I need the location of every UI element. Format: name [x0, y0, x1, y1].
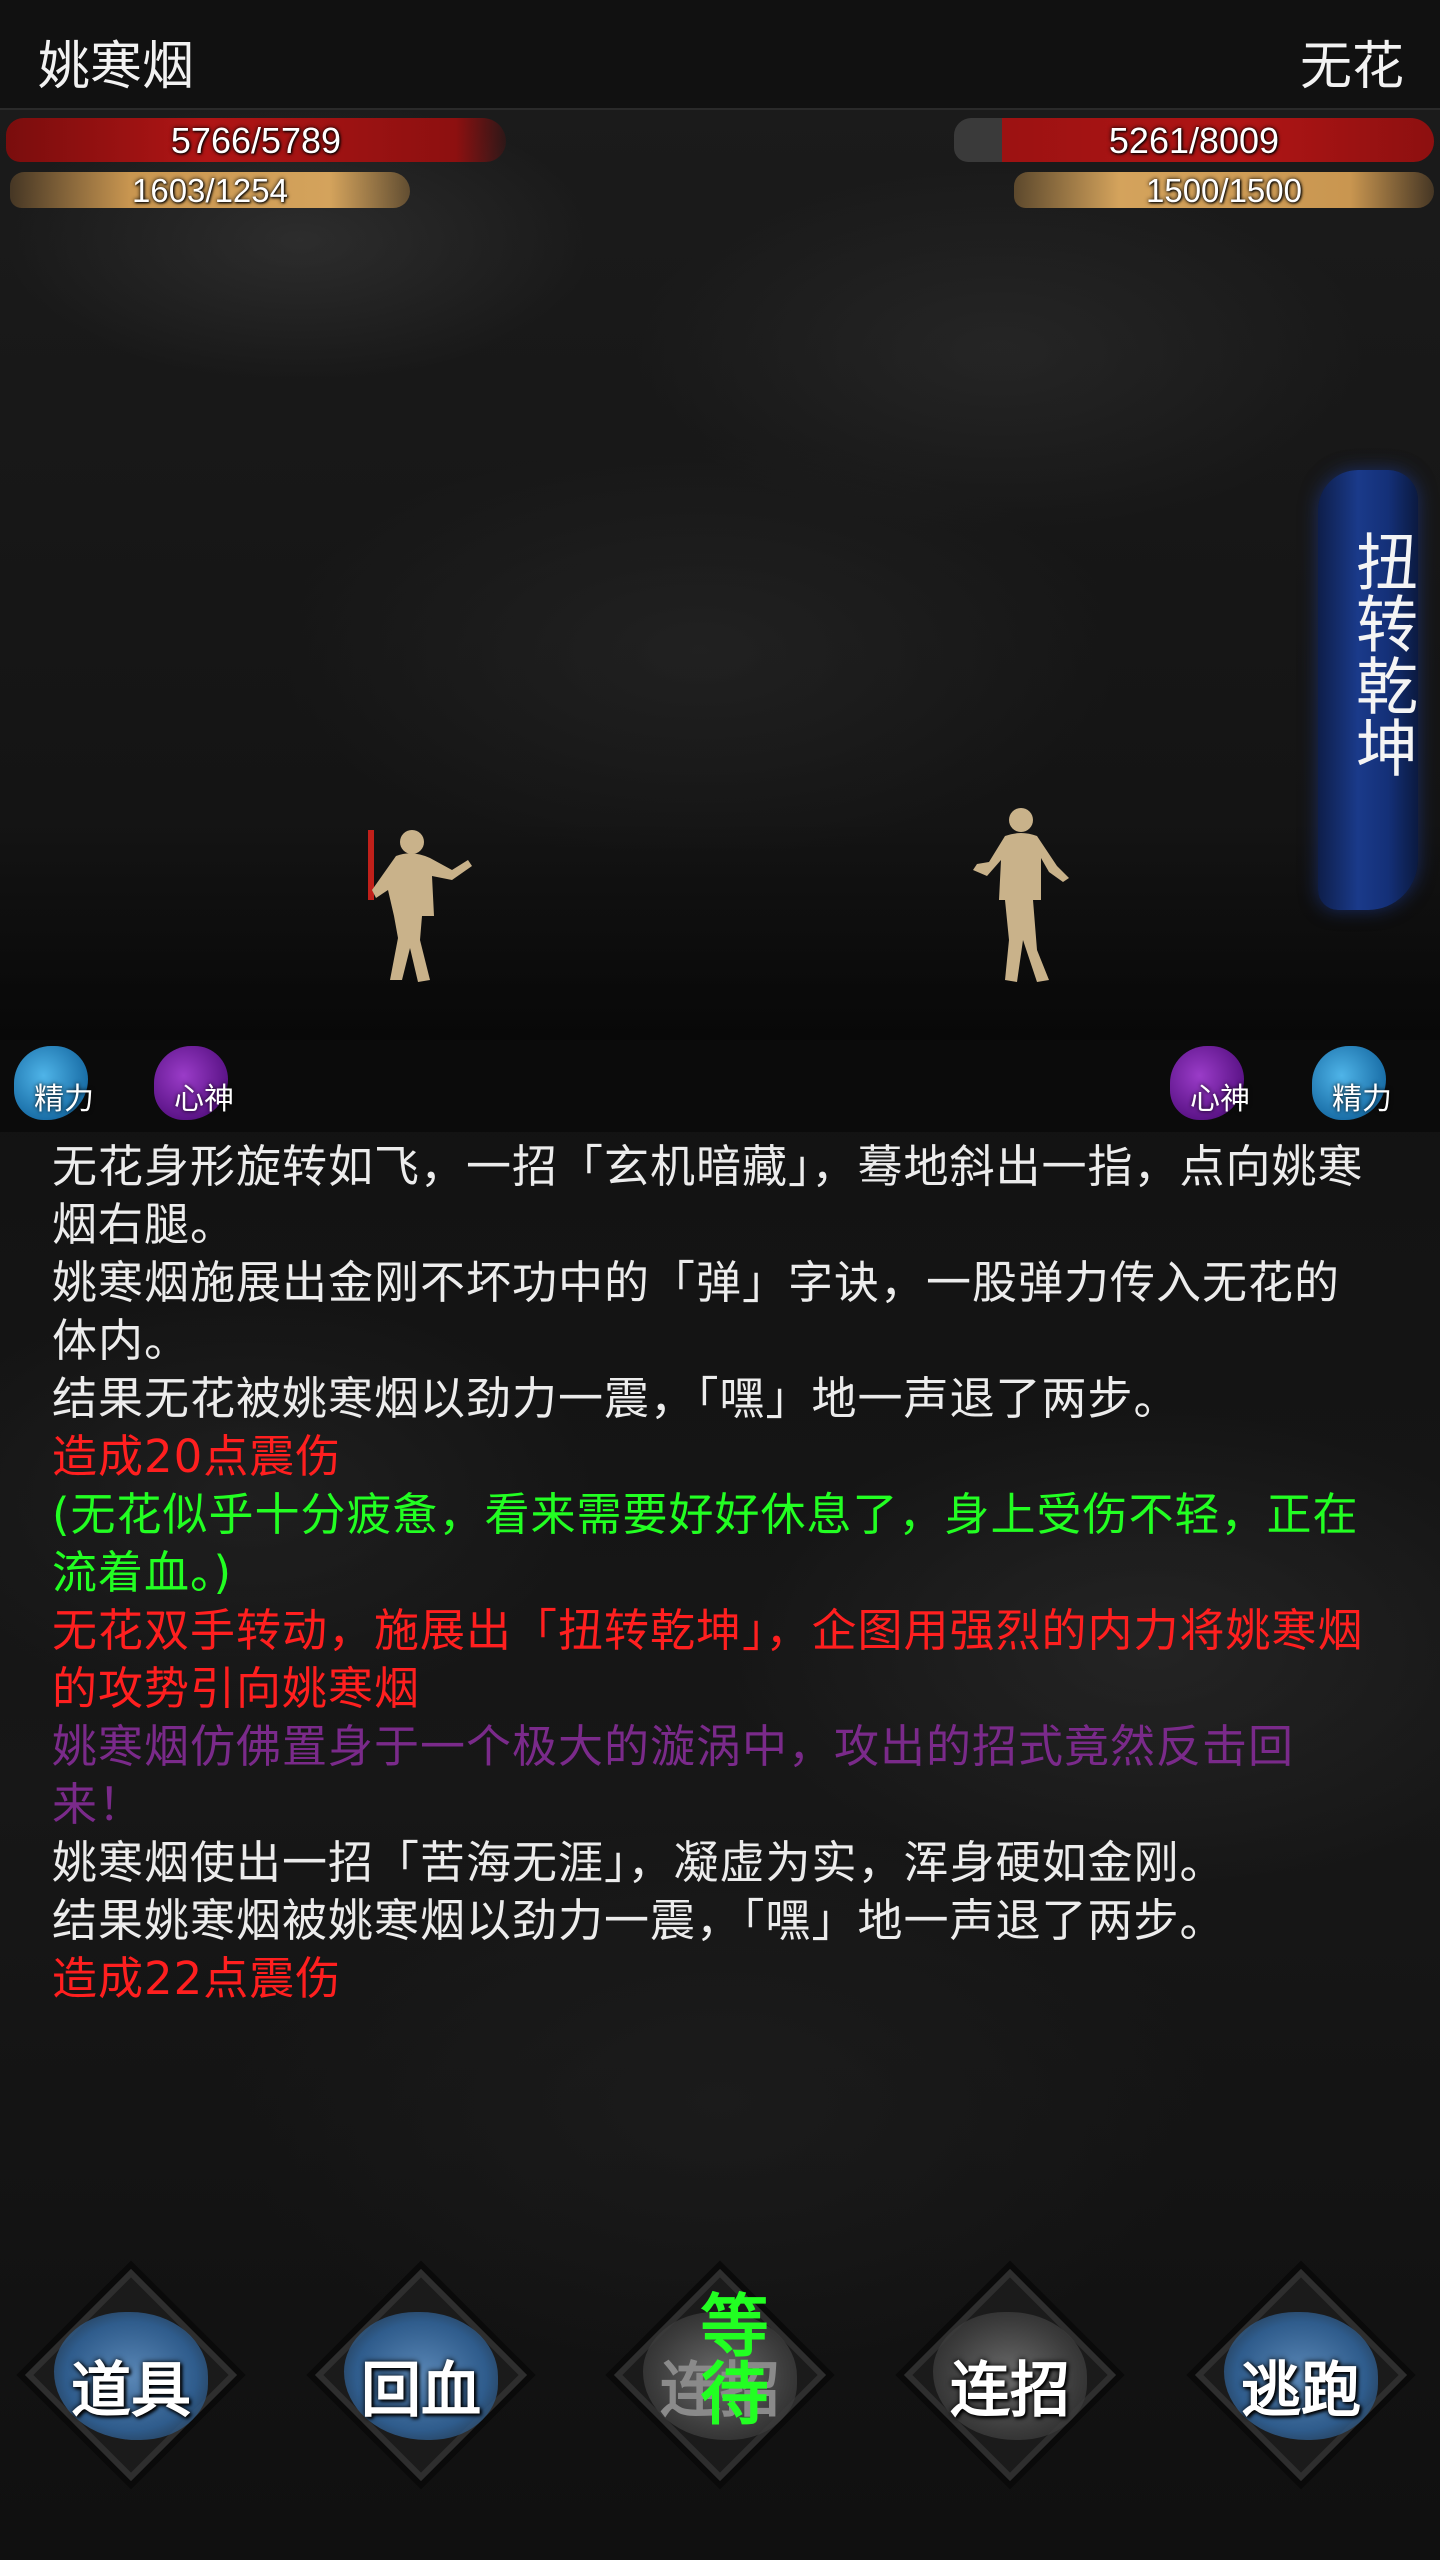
- enemy-mp-text: 1500/1500: [1146, 172, 1302, 209]
- log-line: 姚寒烟施展出金刚不坏功中的「弹」字诀，一股弹力传入无花的体内。: [52, 1256, 1341, 1367]
- player-stamina-status: 精力: [8, 1044, 100, 1128]
- combat-log: 无花身形旋转如飞，一招「玄机暗藏」，蓦地斜出一指，点向姚寒烟右腿。 姚寒烟施展出…: [52, 1138, 1382, 2008]
- player-stamina-label: 精力: [34, 1082, 94, 1117]
- player-mp-text: 1603/1254: [132, 172, 288, 209]
- battle-ground: [0, 820, 1440, 1050]
- log-line: (无花似乎十分疲惫，看来需要好好休息了，身上受伤不轻，正在流着血。): [52, 1488, 1359, 1599]
- log-line: 造成20点震伤: [52, 1430, 342, 1483]
- wait-overlay: 等待: [672, 2290, 768, 2470]
- enemy-mp-bar: 1500/1500: [1014, 172, 1434, 209]
- enemy-stamina-status: 精力: [1306, 1044, 1398, 1128]
- heal-button[interactable]: 回血: [314, 2268, 528, 2482]
- wait-label: 等待: [688, 2290, 768, 2426]
- player-fighter-figure: [368, 830, 472, 982]
- player-spirit-label: 心神: [174, 1082, 234, 1117]
- combo-button[interactable]: 连招: [903, 2268, 1117, 2482]
- log-line: 姚寒烟仿佛置身于一个极大的漩涡中，攻出的招式竟然反击回来！: [52, 1720, 1295, 1831]
- skill-banner: 扭转乾坤: [1318, 470, 1418, 910]
- player-hp-text: 5766/5789: [170, 120, 342, 161]
- items-button-label: 道具: [71, 2356, 191, 2426]
- enemy-hp-text: 5261/8009: [1108, 120, 1280, 161]
- log-line: 结果姚寒烟被姚寒烟以劲力一震，「嘿」地一声退了两步。: [52, 1894, 1226, 1947]
- player-hp-bar: 5766/5789: [6, 118, 506, 162]
- skill-banner-text: 扭转乾坤: [1345, 530, 1418, 778]
- log-line: 无花身形旋转如飞，一招「玄机暗藏」，蓦地斜出一指，点向姚寒烟右腿。: [52, 1140, 1364, 1251]
- log-line: 结果无花被姚寒烟以劲力一震，「嘿」地一声退了两步。: [52, 1372, 1180, 1425]
- enemy-spirit-label: 心神: [1190, 1082, 1250, 1117]
- items-button[interactable]: 道具: [24, 2268, 238, 2482]
- status-row: 精力 心神 心神 精力: [0, 1040, 1440, 1132]
- log-line: 姚寒烟使出一招「苦海无涯」，凝虚为实，浑身硬如金刚。: [52, 1836, 1226, 1889]
- player-name: 姚寒烟: [38, 37, 195, 97]
- enemy-stamina-label: 精力: [1332, 1082, 1392, 1117]
- player-mp-bar: 1603/1254: [10, 172, 410, 209]
- enemy-hp-bar: 5261/8009: [954, 118, 1434, 162]
- enemy-spirit-status: 心神: [1164, 1044, 1256, 1128]
- flee-button[interactable]: 逃跑: [1194, 2268, 1408, 2482]
- heal-button-label: 回血: [361, 2356, 481, 2426]
- log-line: 造成22点震伤: [52, 1952, 342, 2005]
- combo-button-label: 连招: [950, 2356, 1070, 2426]
- top-bar: 姚寒烟 无花: [0, 0, 1440, 110]
- player-spirit-status: 心神: [148, 1044, 240, 1128]
- enemy-name: 无花: [1299, 37, 1404, 97]
- enemy-fighter-figure: [973, 808, 1069, 982]
- flee-button-label: 逃跑: [1241, 2356, 1361, 2426]
- log-line: 无花双手转动，施展出「扭转乾坤」，企图用强烈的内力将姚寒烟的攻势引向姚寒烟: [52, 1604, 1364, 1715]
